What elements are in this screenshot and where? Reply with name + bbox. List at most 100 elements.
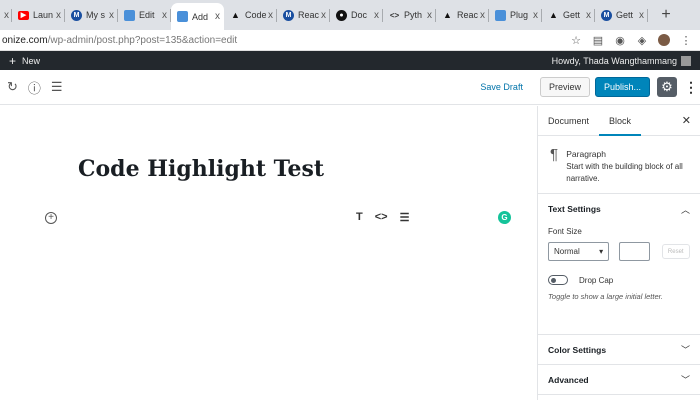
star-icon[interactable]: ☆ xyxy=(570,34,582,47)
url-path: /wp-admin/post.php?post=135&action=edit xyxy=(47,34,238,46)
color-settings-toggle[interactable]: Color Settings ﹀ xyxy=(538,335,700,365)
chevron-up-icon: ︿ xyxy=(680,204,690,215)
publish-button[interactable]: Publish... xyxy=(594,77,650,97)
close-icon[interactable]: x xyxy=(533,10,538,21)
font-size-select[interactable]: Normal ▾ xyxy=(548,242,610,261)
browser-tab[interactable]: Plug x xyxy=(489,0,542,30)
tab-label: Gett xyxy=(563,10,581,20)
browser-tab[interactable]: <> Pyth x xyxy=(383,0,436,30)
close-icon[interactable]: x xyxy=(4,10,9,21)
paragraph-icon: ¶ xyxy=(550,146,559,163)
editor-toolbar-right: Save Draft Preview Publish... ⚙ ⋮ xyxy=(480,77,698,97)
redo-icon[interactable]: ↻ xyxy=(7,79,18,95)
browser-tab[interactable]: ● Doc x xyxy=(330,0,383,30)
wp-admin-bar: + New Howdy, Thada Wangthammang xyxy=(0,51,700,70)
close-icon[interactable]: x xyxy=(56,10,61,21)
close-icon[interactable]: x xyxy=(586,10,591,21)
add-block-icon[interactable]: + xyxy=(45,212,57,224)
custom-font-size-input[interactable] xyxy=(619,242,650,261)
block-shortcuts: T <> ☰ xyxy=(356,211,409,224)
extension-icon[interactable]: ◉ xyxy=(614,34,626,47)
block-description: Start with the building block of all nar… xyxy=(566,162,683,183)
close-icon[interactable]: x xyxy=(480,10,485,21)
browser-tab[interactable]: M My s x xyxy=(65,0,118,30)
close-icon[interactable]: x xyxy=(639,10,644,21)
new-label: New xyxy=(22,55,41,66)
info-icon[interactable]: ⓘ xyxy=(28,78,41,97)
close-icon[interactable]: x xyxy=(374,10,379,21)
tab-block[interactable]: Block xyxy=(599,106,642,136)
reset-font-size-button[interactable]: Reset xyxy=(661,244,690,259)
sidebar-tabs: Document Block ✕ xyxy=(538,106,700,136)
user-account-menu[interactable]: Howdy, Thada Wangthammang xyxy=(551,55,691,66)
new-content-button[interactable]: + New xyxy=(9,54,40,68)
more-options-icon[interactable]: ⋮ xyxy=(684,79,698,96)
profile-avatar[interactable] xyxy=(658,34,670,46)
address-bar-icons: ☆ ▤ ◉ ◈ ⋮ xyxy=(570,34,700,47)
youtube-icon: ▶ xyxy=(18,10,29,20)
document-icon[interactable]: ▤ xyxy=(592,34,604,47)
drop-cap-toggle[interactable] xyxy=(548,275,568,285)
close-icon[interactable]: x xyxy=(109,10,114,21)
close-icon[interactable]: x xyxy=(215,11,220,22)
close-icon[interactable]: x xyxy=(427,10,432,21)
advanced-toggle[interactable]: Advanced ﹀ xyxy=(538,365,700,395)
close-icon[interactable]: x xyxy=(162,10,167,21)
font-size-value: Normal xyxy=(554,247,580,256)
block-card: ¶ Paragraph Start with the building bloc… xyxy=(538,136,700,194)
browser-tab[interactable]: M Reac x xyxy=(277,0,330,30)
font-size-label: Font Size xyxy=(548,227,582,236)
howdy-text: Howdy, Thada Wangthammang xyxy=(551,55,677,66)
browser-tab[interactable]: x xyxy=(0,0,12,30)
post-title[interactable]: Code Highlight Test xyxy=(78,156,324,182)
browser-tab[interactable]: ▲ Gett x xyxy=(542,0,595,30)
tab-document[interactable]: Document xyxy=(538,106,599,136)
browser-tab-strip: x ▶ Laun x M My sx Edit x Add x ▲ Code x M Reac x… xyxy=(0,0,700,30)
tab-label: My s xyxy=(86,10,105,20)
wordpress-icon xyxy=(177,11,188,22)
wordpress-icon xyxy=(495,9,506,21)
grammarly-icon[interactable]: G xyxy=(498,211,511,224)
medium-icon: M xyxy=(283,9,294,21)
save-draft-button[interactable]: Save Draft xyxy=(480,82,523,92)
settings-gear-icon[interactable]: ⚙ xyxy=(657,77,677,97)
tab-label: Doc xyxy=(351,10,368,20)
tab-label: Plug xyxy=(510,10,529,20)
browser-tab-active[interactable]: Add x xyxy=(171,3,224,30)
plus-icon: + xyxy=(9,53,17,68)
wordpress-icon xyxy=(124,9,135,21)
more-vertical-icon[interactable]: ⋮ xyxy=(680,34,692,47)
browser-tab[interactable]: ▶ Laun x xyxy=(12,0,65,30)
medium-icon: M xyxy=(71,9,82,21)
text-settings-toggle[interactable]: Text Settings ︿ xyxy=(538,194,700,224)
browser-tab[interactable]: ▲ Reac x xyxy=(436,0,489,30)
chevron-down-icon: ﹀ xyxy=(680,375,690,385)
tab-label: Add xyxy=(192,11,209,22)
tab-label: Edit xyxy=(139,10,155,20)
advanced-title: Advanced xyxy=(548,374,589,385)
browser-tab[interactable]: Edit x xyxy=(118,0,171,30)
browser-tab[interactable]: ▲ Code x xyxy=(224,0,277,30)
outline-icon[interactable]: ☰ xyxy=(51,79,63,95)
github-icon: ● xyxy=(336,9,347,21)
close-icon[interactable]: ✕ xyxy=(682,114,691,127)
shield-icon[interactable]: ◈ xyxy=(636,34,648,47)
tab-label: Reac xyxy=(457,10,478,20)
tab-label: Pyth xyxy=(404,10,423,20)
drop-cap-help: Toggle to show a large initial letter. xyxy=(548,292,663,301)
text-settings-panel: Font Size Normal ▾ Reset Drop Cap Toggle… xyxy=(538,227,700,335)
url-host: onize.com xyxy=(2,34,48,46)
preview-button[interactable]: Preview xyxy=(539,77,590,97)
url-field[interactable]: onize.com/wp-admin/post.php?post=135&act… xyxy=(0,35,570,46)
browser-tab[interactable]: M Gett x xyxy=(595,0,648,30)
list-block-icon[interactable]: ☰ xyxy=(400,211,410,224)
tab-label: Laun xyxy=(33,10,54,20)
user-avatar xyxy=(681,55,691,66)
drop-cap-label: Drop Cap xyxy=(579,275,614,285)
triangle-icon: ▲ xyxy=(549,10,558,20)
new-tab-button[interactable]: + xyxy=(654,0,678,30)
heading-block-icon[interactable]: T xyxy=(356,211,363,224)
code-block-icon[interactable]: <> xyxy=(375,211,388,224)
close-icon[interactable]: x xyxy=(321,10,326,21)
close-icon[interactable]: x xyxy=(268,10,273,21)
